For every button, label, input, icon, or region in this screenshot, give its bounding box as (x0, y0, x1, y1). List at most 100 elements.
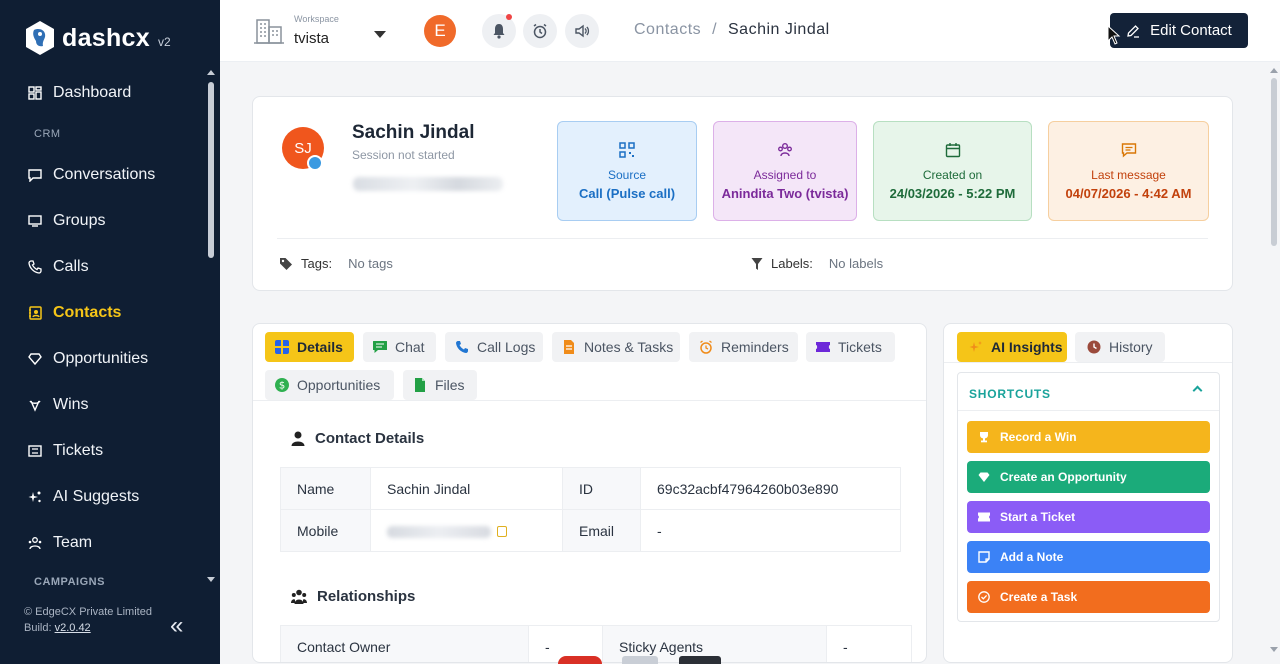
tab-files[interactable]: Files (403, 370, 477, 400)
breadcrumb-contacts-link[interactable]: Contacts (634, 21, 701, 38)
chevron-up-icon[interactable] (1192, 385, 1203, 396)
scrollbar-thumb[interactable] (1271, 78, 1277, 246)
sidebar-item-opportunities[interactable]: Opportunities (0, 336, 206, 382)
field-key: Contact Owner (280, 625, 529, 662)
table-row: Mobile Email - (280, 509, 901, 552)
header-divider (277, 238, 1208, 239)
tab-details[interactable]: Details (265, 332, 354, 362)
user-avatar[interactable]: E (424, 15, 456, 47)
scroll-down-arrow-icon[interactable] (207, 577, 215, 582)
dock-item[interactable] (679, 656, 721, 664)
history-clock-icon (1087, 340, 1101, 354)
stat-value: Anindita Two (tvista) (721, 186, 849, 201)
sidebar-item-conversations[interactable]: Conversations (0, 152, 206, 198)
ai-insights-card: AI Insights History SHORTCUTS Record a W… (943, 323, 1233, 663)
main-scrollbar[interactable] (1268, 62, 1280, 656)
tab-chat[interactable]: Chat (363, 332, 436, 362)
sidebar-item-label: Contacts (53, 304, 122, 321)
mouse-cursor-icon (1107, 25, 1121, 45)
workspace-label: Workspace (294, 14, 339, 24)
tab-reminders[interactable]: Reminders (689, 332, 798, 362)
brand-logo[interactable]: dashcx v2 (24, 20, 171, 56)
create-opportunity-button[interactable]: Create an Opportunity (967, 461, 1210, 493)
tab-label: Call Logs (477, 339, 536, 355)
tab-history[interactable]: History (1075, 332, 1165, 362)
speaker-icon (575, 24, 590, 38)
tab-ai-insights[interactable]: AI Insights (957, 332, 1067, 362)
relationships-title: Relationships (291, 588, 415, 605)
dock-record-button[interactable] (558, 656, 602, 664)
sidebar-section-crm: CRM (34, 128, 61, 140)
contact-header-card: SJ Sachin Jindal Session not started Sou… (252, 96, 1233, 291)
add-note-button[interactable]: Add a Note (967, 541, 1210, 573)
build-version-link[interactable]: v2.0.42 (55, 622, 91, 634)
sidebar-scrollbar[interactable] (206, 68, 216, 584)
tab-notes-tasks[interactable]: Notes & Tasks (552, 332, 680, 362)
contact-details-title: Contact Details (291, 430, 424, 447)
record-win-button[interactable]: Record a Win (967, 421, 1210, 453)
scroll-up-arrow-icon[interactable] (207, 70, 215, 75)
collapse-sidebar-icon[interactable]: « (170, 612, 183, 640)
section-title-text: Relationships (317, 588, 416, 605)
team-icon (28, 537, 42, 550)
tag-icon (280, 257, 292, 270)
copy-icon[interactable] (497, 526, 507, 538)
sidebar-item-team[interactable]: Team (0, 520, 206, 566)
create-task-button[interactable]: Create a Task (967, 581, 1210, 613)
tab-call-logs[interactable]: Call Logs (445, 332, 543, 362)
calendar-icon (945, 143, 960, 158)
contact-phone-redacted (353, 177, 503, 191)
alarm-icon (700, 340, 712, 354)
dock-item[interactable] (622, 656, 658, 664)
bell-icon (493, 24, 505, 39)
diamond-icon (28, 353, 42, 366)
reminders-button[interactable] (523, 14, 557, 48)
sidebar-item-label: Wins (53, 396, 89, 413)
mobile-redacted (387, 525, 491, 538)
sound-button[interactable] (565, 14, 599, 48)
logo-icon (26, 21, 54, 55)
sparkle-icon (969, 341, 982, 352)
dashboard-icon (28, 86, 42, 100)
tabs-divider (253, 400, 926, 401)
note-icon (978, 551, 990, 563)
shortcuts-header[interactable]: SHORTCUTS (958, 373, 1219, 411)
start-ticket-button[interactable]: Start a Ticket (967, 501, 1210, 533)
breadcrumb-current: Sachin Jindal (728, 21, 830, 38)
stat-label: Created on (922, 168, 983, 182)
sidebar-item-groups[interactable]: Groups (0, 198, 206, 244)
sidebar-item-wins[interactable]: Wins (0, 382, 206, 428)
field-value: 69c32acbf47964260b03e890 (640, 467, 901, 510)
sidebar-item-ai-suggests[interactable]: AI Suggests (0, 474, 206, 520)
breadcrumb-separator: / (712, 21, 718, 38)
workspace-name[interactable]: tvista (294, 30, 329, 47)
sidebar-item-calls[interactable]: Calls (0, 244, 206, 290)
edit-contact-button[interactable]: Edit Contact (1110, 13, 1248, 48)
tab-label: AI Insights (991, 339, 1063, 355)
tags-label: Tags: (301, 256, 333, 271)
scrollbar-thumb[interactable] (208, 82, 214, 258)
field-value: Sachin Jindal (370, 467, 563, 510)
copyright-text: © EdgeCX Private Limited (24, 606, 152, 618)
tab-opportunities[interactable]: $ Opportunities (265, 370, 394, 400)
sidebar-item-tickets[interactable]: Tickets (0, 428, 206, 474)
notifications-button[interactable] (482, 14, 516, 48)
workspace-dropdown-caret-icon[interactable] (374, 31, 386, 38)
chat-icon (373, 341, 387, 353)
tab-tickets[interactable]: Tickets (806, 332, 895, 362)
field-key: ID (562, 467, 641, 510)
labels-value: No labels (828, 256, 884, 271)
sidebar-item-label: Team (53, 534, 93, 551)
contact-details-card: Details Chat Call Logs Notes & Tasks Rem… (252, 323, 927, 663)
stat-label: Source (607, 168, 647, 182)
labels-row: Labels: No labels (751, 256, 883, 271)
sidebar-item-dashboard[interactable]: Dashboard (0, 70, 206, 116)
channel-badge-icon (307, 155, 323, 171)
brand-name: dashcx (62, 23, 150, 52)
sidebar-item-contacts[interactable]: Contacts (0, 290, 206, 336)
topbar: Workspace tvista E Contacts / Sachin Jin… (220, 0, 1280, 62)
mobile-value (370, 509, 563, 552)
scroll-down-arrow-icon[interactable] (1270, 647, 1278, 652)
brand-version: v2 (157, 35, 171, 49)
scroll-up-arrow-icon[interactable] (1270, 68, 1278, 73)
